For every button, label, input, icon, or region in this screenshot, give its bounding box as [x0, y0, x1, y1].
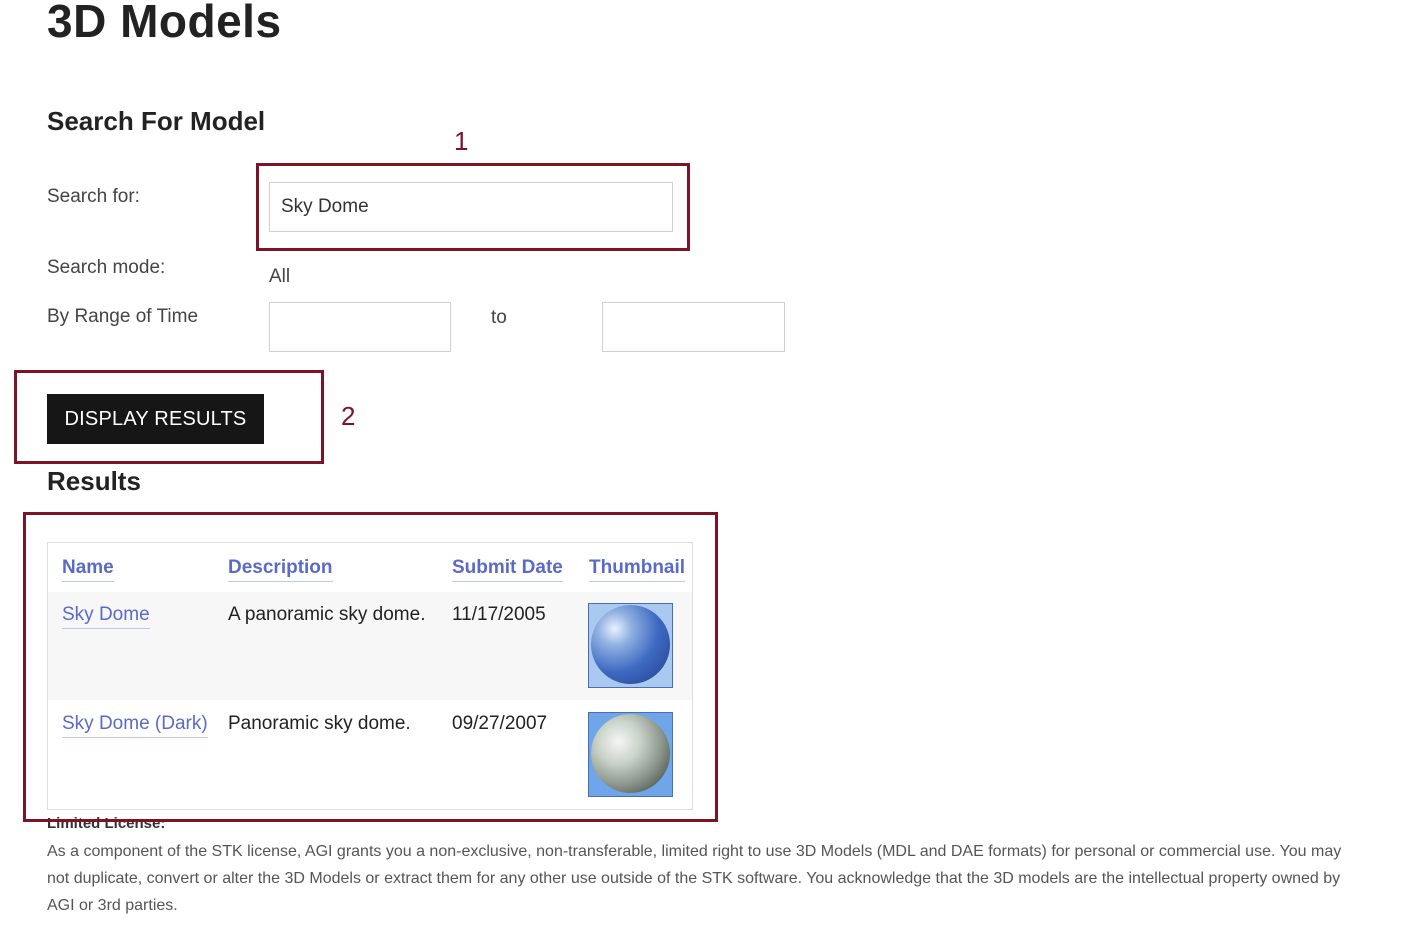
- search-for-label: Search for:: [47, 186, 140, 207]
- search-mode-label: Search mode:: [47, 257, 166, 278]
- annotation-number-2: 2: [341, 401, 356, 431]
- time-range-label: By Range of Time: [47, 306, 199, 327]
- search-section-title: Search For Model: [47, 106, 266, 136]
- range-to-label: to: [491, 307, 507, 328]
- annotation-box-2: [14, 370, 324, 464]
- range-end-input[interactable]: [602, 302, 785, 352]
- annotation-box-3: [23, 512, 718, 822]
- range-start-input[interactable]: [269, 302, 451, 352]
- results-title: Results: [47, 466, 141, 496]
- license-text: As a component of the STK license, AGI g…: [47, 843, 1342, 914]
- annotation-box-1: [256, 163, 690, 251]
- annotation-number-1: 1: [454, 126, 469, 156]
- search-mode-value[interactable]: All: [269, 266, 290, 288]
- page-title: 3D Models: [47, 0, 282, 47]
